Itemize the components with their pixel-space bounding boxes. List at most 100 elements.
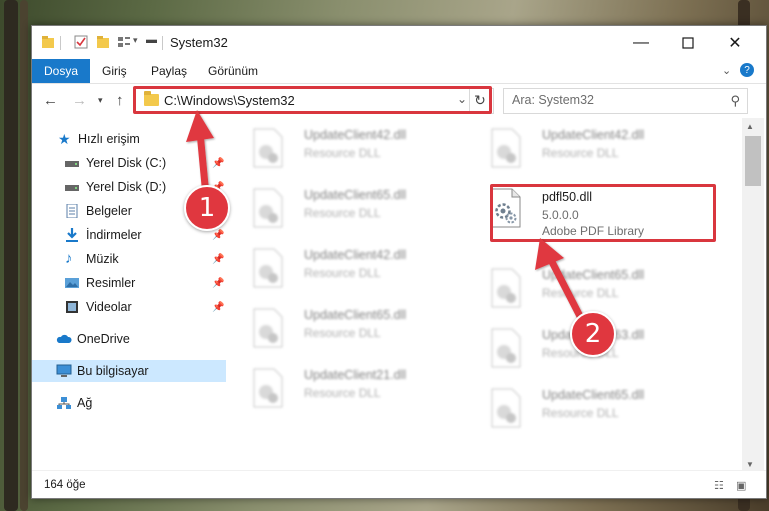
- properties-icon[interactable]: [74, 35, 88, 49]
- recent-locations-chevron-icon[interactable]: ▾: [98, 95, 103, 106]
- list-item[interactable]: UpdateClient65.dll Resource DLL: [246, 184, 476, 236]
- list-item[interactable]: UpdateClient42.dll Resource DLL: [246, 244, 476, 296]
- pin-icon[interactable]: 📌: [212, 278, 224, 289]
- navigation-bar: ← → ▾ ↑ C:\Windows\System32 ⌄ ↻ Ara: Sys…: [32, 84, 766, 118]
- sidebar-item-label: Ağ: [77, 396, 93, 410]
- sidebar-item-label: Resimler: [86, 276, 136, 290]
- maximize-button[interactable]: [665, 26, 711, 59]
- title-bar: ▾ ▬ System32 — ✕: [32, 26, 766, 59]
- sidebar-item-network[interactable]: Ağ: [32, 392, 226, 414]
- sidebar-item-local-disk-c[interactable]: Yerel Disk (C:) 📌: [32, 152, 226, 174]
- search-box[interactable]: Ara: System32 ⚲: [503, 88, 748, 114]
- pin-icon[interactable]: 📌: [212, 302, 224, 313]
- list-item[interactable]: UpdateClient42.dll Resource DLL: [484, 124, 714, 176]
- tab-share[interactable]: Paylaş: [151, 59, 187, 83]
- sidebar-item-quick-access[interactable]: ★ Hızlı erişim: [32, 128, 226, 150]
- new-folder-icon[interactable]: [96, 35, 110, 49]
- navigation-pane: ★ Hızlı erişim Yerel Disk (C:) 📌 Yerel D…: [32, 118, 226, 466]
- file-list: UpdateClient42.dll Resource DLL UpdateCl…: [242, 118, 742, 466]
- file-description: Resource DLL: [542, 286, 619, 300]
- minimize-button[interactable]: —: [618, 26, 664, 59]
- scroll-down-icon[interactable]: ▼: [746, 460, 754, 469]
- tab-home[interactable]: Giriş: [102, 59, 127, 83]
- list-item[interactable]: UpdateClient65.dll Resource DLL: [484, 264, 714, 316]
- music-icon: ♪: [65, 250, 73, 267]
- drive-icon: [65, 185, 79, 191]
- star-icon: ★: [58, 131, 71, 147]
- list-item[interactable]: UpdateClient21.dll Resource DLL: [246, 364, 476, 416]
- file-description: Resource DLL: [304, 266, 381, 280]
- help-icon[interactable]: ?: [740, 63, 754, 77]
- sidebar-item-this-pc[interactable]: Bu bilgisayar: [32, 360, 226, 382]
- file-description: Resource DLL: [304, 386, 381, 400]
- divider: [60, 36, 61, 50]
- sidebar-item-label: Videolar: [86, 300, 132, 314]
- customize-toolbar-icon[interactable]: ▬: [146, 34, 157, 46]
- callout-badge-1: 1: [184, 185, 230, 231]
- sidebar-item-label: Müzik: [86, 252, 119, 266]
- file-name: UpdateClient42.dll: [542, 128, 645, 142]
- status-bar: 164 öğe ☷ ▣: [32, 470, 766, 498]
- tab-file[interactable]: Dosya: [32, 59, 90, 83]
- file-name: UpdateClient65.dll: [542, 388, 645, 402]
- file-highlight-box: [490, 184, 716, 242]
- file-name: UpdateClient21.dll: [304, 368, 407, 382]
- network-icon: [57, 397, 71, 409]
- sidebar-item-label: Belgeler: [86, 204, 132, 218]
- search-input[interactable]: Ara: System32: [512, 93, 594, 107]
- tab-view[interactable]: Görünüm: [208, 59, 258, 83]
- sidebar-item-label: İndirmeler: [86, 228, 142, 242]
- file-description: Resource DLL: [542, 406, 619, 420]
- pin-icon[interactable]: 📌: [212, 230, 224, 241]
- close-icon: ✕: [728, 34, 742, 52]
- up-arrow-icon[interactable]: ↑: [116, 92, 124, 109]
- background-tree-trunk: [20, 0, 28, 511]
- pin-icon[interactable]: 📌: [212, 254, 224, 265]
- back-arrow-icon[interactable]: ←: [43, 92, 58, 109]
- search-icon[interactable]: ⚲: [730, 93, 740, 109]
- background-tree-trunk: [4, 0, 18, 511]
- folder-icon: [42, 36, 54, 48]
- cloud-icon: [56, 334, 72, 343]
- forward-arrow-icon[interactable]: →: [72, 92, 87, 109]
- sidebar-item-videos[interactable]: Videolar 📌: [32, 296, 226, 318]
- window-title: System32: [170, 35, 228, 50]
- drive-icon: [65, 161, 79, 167]
- video-icon: [66, 301, 78, 313]
- download-icon: [66, 228, 78, 242]
- dll-file-icon: [491, 268, 521, 308]
- file-description: Resource DLL: [304, 146, 381, 160]
- view-options-icon[interactable]: [117, 35, 131, 49]
- sidebar-item-label: Hızlı erişim: [78, 132, 140, 146]
- file-description: Resource DLL: [542, 146, 619, 160]
- scrollbar-thumb[interactable]: [745, 136, 761, 186]
- document-icon: [66, 204, 78, 218]
- dll-file-icon: [253, 368, 283, 408]
- file-name: UpdateClient65.dll: [542, 268, 645, 282]
- list-item[interactable]: UpdateClient65.dll Resource DLL: [484, 384, 714, 436]
- file-explorer-window: ▾ ▬ System32 — ✕ Dosya Giriş Paylaş Görü…: [31, 25, 767, 499]
- sidebar-item-label: Yerel Disk (C:): [86, 156, 167, 170]
- details-view-icon[interactable]: ☷: [714, 479, 728, 492]
- maximize-icon: [682, 36, 694, 49]
- pin-icon[interactable]: 📌: [212, 158, 224, 169]
- expand-ribbon-icon[interactable]: ⌄: [722, 64, 731, 77]
- scroll-up-icon[interactable]: ▲: [746, 122, 754, 131]
- file-name: UpdateClient42.dll: [304, 248, 407, 262]
- sidebar-item-onedrive[interactable]: OneDrive: [32, 328, 226, 350]
- list-item[interactable]: UpdateClient65.dll Resource DLL: [246, 304, 476, 356]
- chevron-down-icon[interactable]: ▾: [133, 35, 138, 46]
- divider: [162, 36, 163, 50]
- list-item[interactable]: UpdateClient42.dll Resource DLL: [246, 124, 476, 176]
- sidebar-item-label: Bu bilgisayar: [77, 364, 149, 378]
- sidebar-item-pictures[interactable]: Resimler 📌: [32, 272, 226, 294]
- dll-file-icon: [491, 328, 521, 368]
- minimize-icon: —: [633, 33, 649, 51]
- pictures-icon: [65, 278, 79, 288]
- large-icons-view-icon[interactable]: ▣: [736, 479, 750, 492]
- sidebar-item-music[interactable]: ♪ Müzik 📌: [32, 248, 226, 270]
- close-button[interactable]: ✕: [712, 26, 758, 59]
- file-name: UpdateClient65.dll: [304, 188, 407, 202]
- ribbon-tabs: Dosya Giriş Paylaş Görünüm ⌄ ?: [32, 59, 766, 84]
- sidebar-item-label: OneDrive: [77, 332, 130, 346]
